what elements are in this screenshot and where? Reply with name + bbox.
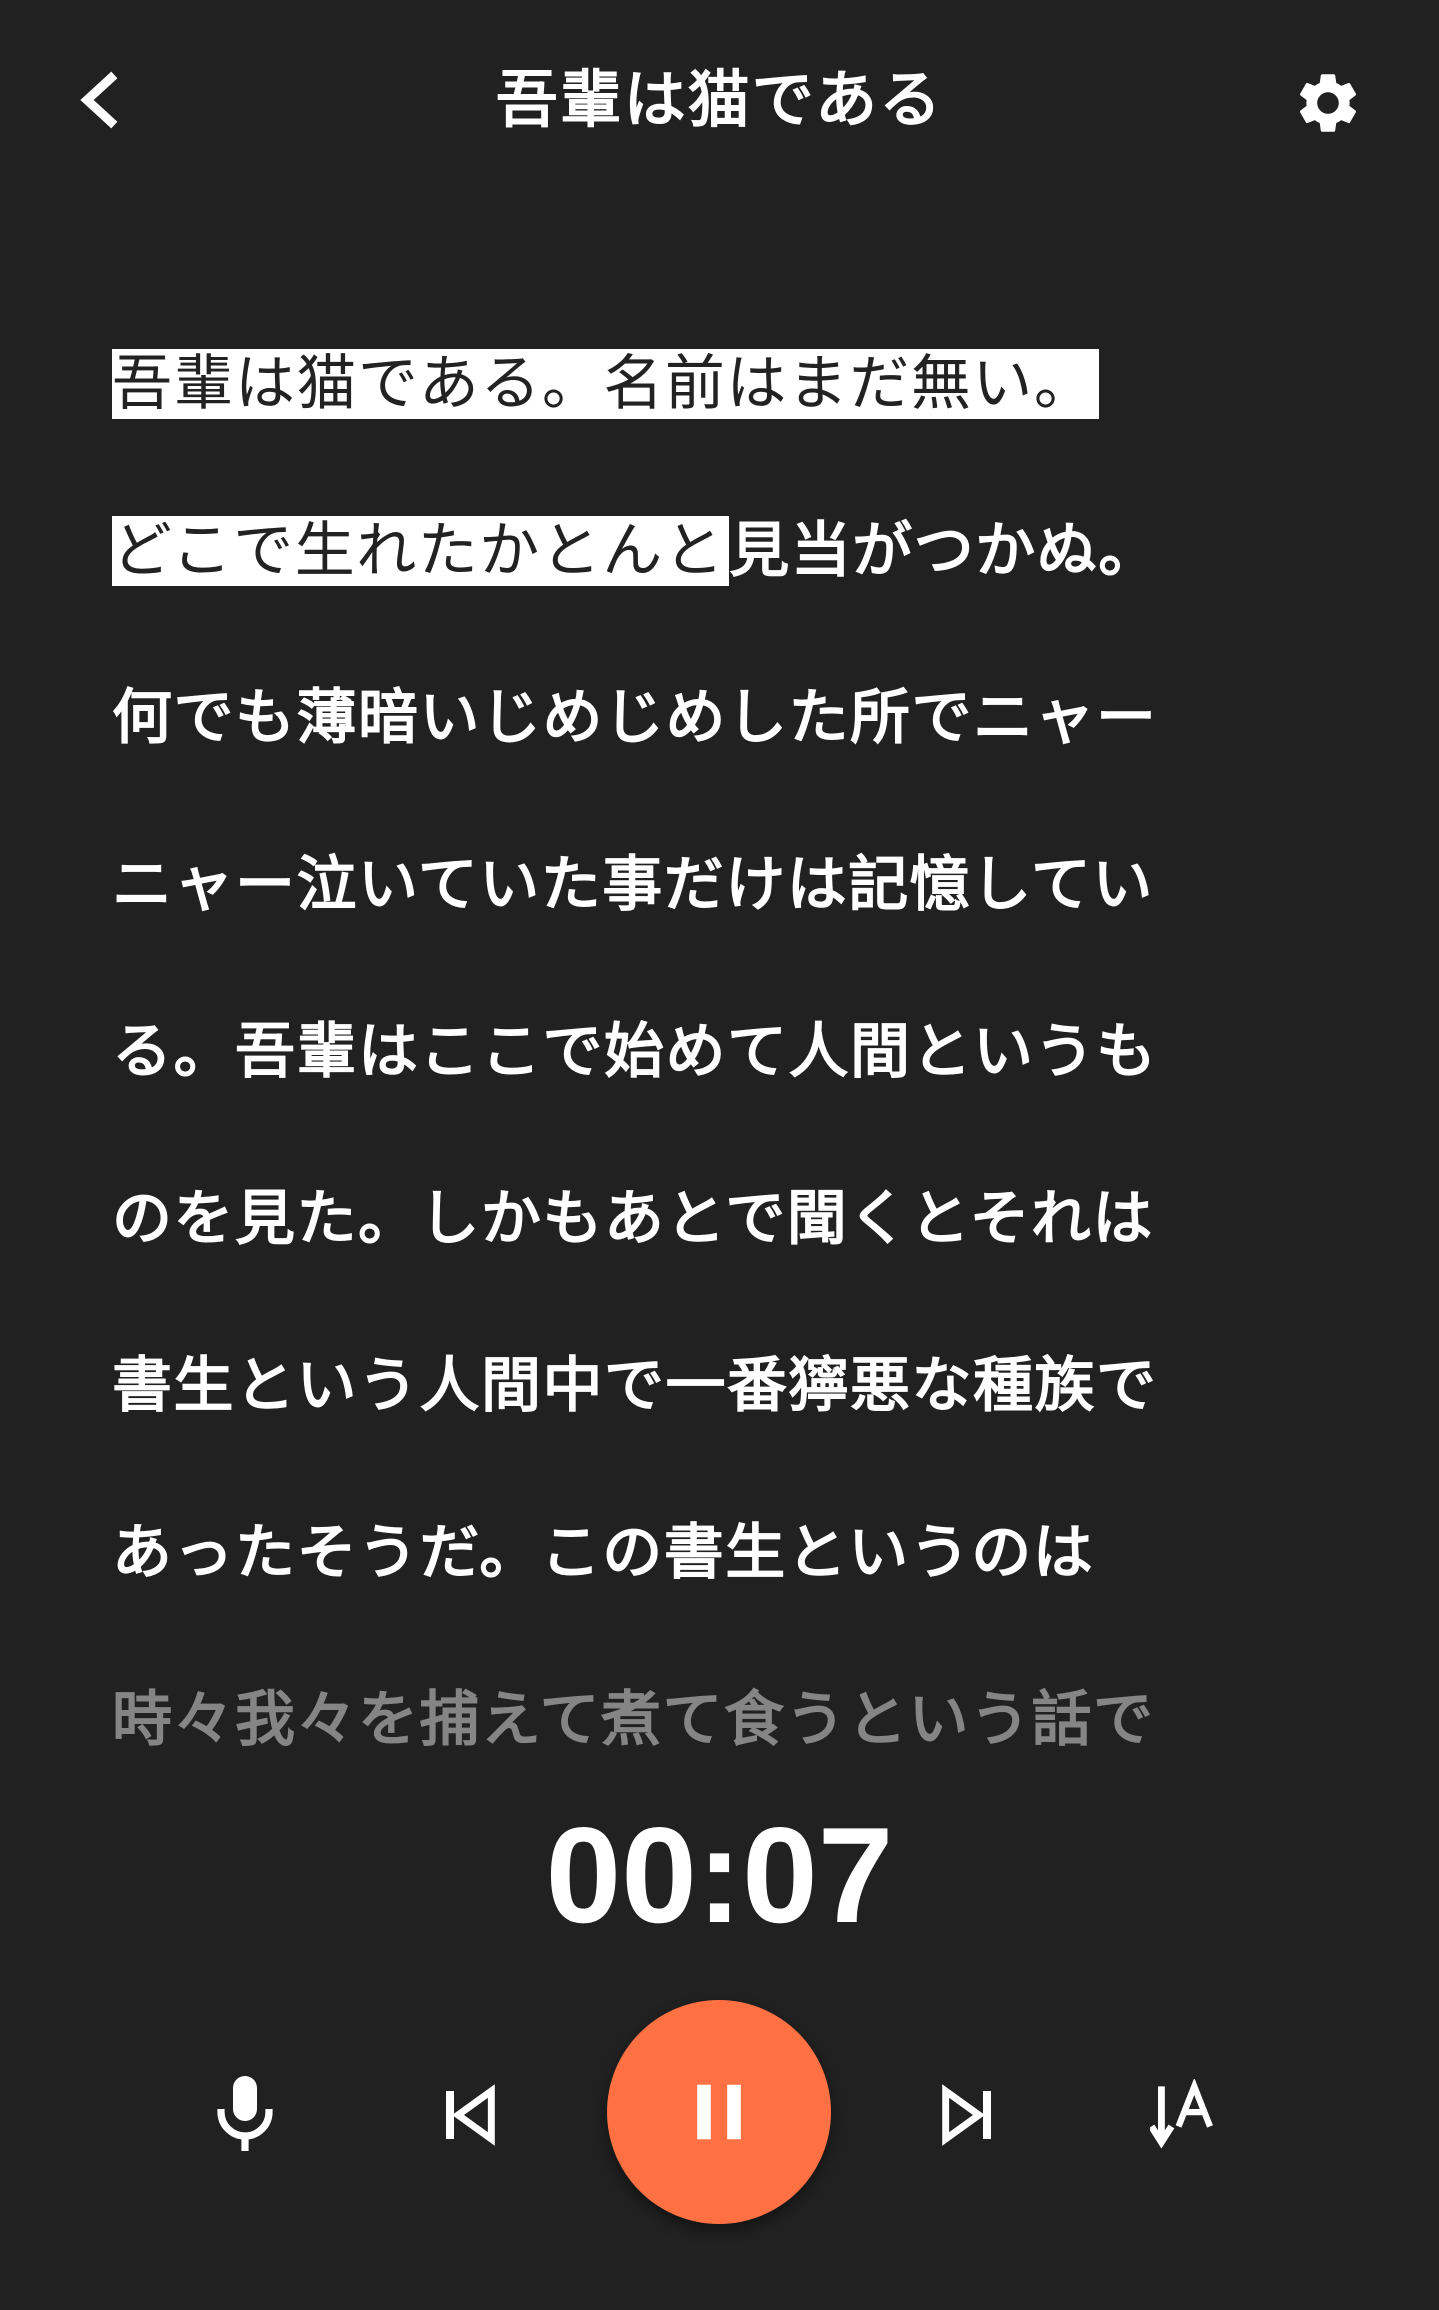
text-line: 何でも薄暗いじめじめした所でニャー: [112, 668, 1158, 768]
page-title: 吾輩は猫である: [495, 63, 944, 136]
pause-button[interactable]: [607, 2000, 831, 2224]
text-rest: 見当がつかぬ。: [729, 516, 1160, 586]
font-size-icon: [1150, 2079, 1213, 2149]
highlighted-text: 吾輩は猫である。名前はまだ無い。: [112, 349, 1100, 419]
back-button[interactable]: [56, 55, 146, 145]
mic-icon: [217, 2076, 273, 2151]
settings-button[interactable]: [1280, 55, 1376, 151]
highlighted-text: どこで生れたかとんと: [112, 516, 730, 586]
app-bar: 吾輩は猫である: [0, 0, 1439, 200]
text-line: 書生という人間中で一番獰悪な種族で: [112, 1336, 1158, 1436]
text-rest: あったそうだ。この書生というのは: [112, 1518, 1095, 1588]
skip-previous-icon: [446, 2084, 495, 2146]
text-line: 時々我々を捕えて煮て食うという話で: [112, 1670, 1155, 1770]
text-line: ニャー泣いていた事だけは記憶してい: [112, 835, 1154, 935]
skip-next-icon: [942, 2084, 991, 2146]
text-line: る。吾輩はここで始めて人間というも: [112, 1002, 1158, 1102]
text-rest: る。吾輩はここで始めて人間というも: [112, 1017, 1158, 1087]
playback-controls: [0, 1990, 1439, 2240]
text-line: どこで生れたかとんと見当がつかぬ。: [112, 501, 1160, 601]
text-line: 吾輩は猫である。名前はまだ無い。: [112, 334, 1100, 434]
text-rest: ニャー泣いていた事だけは記憶してい: [112, 850, 1154, 920]
text-line: のを見た。しかもあとで聞くとそれは: [112, 1169, 1154, 1269]
text-rest: 書生という人間中で一番獰悪な種族で: [112, 1351, 1158, 1421]
next-button[interactable]: [912, 2060, 1022, 2170]
mic-button[interactable]: [190, 2060, 300, 2170]
gear-icon: [1299, 74, 1357, 132]
elapsed-time: 00:07: [545, 1799, 894, 1951]
reader-text: 吾輩は猫である。名前はまだ無い。 どこで生れたかとんと見当がつかぬ。 何でも薄暗…: [112, 300, 1322, 1790]
pause-icon: [697, 2084, 741, 2140]
previous-button[interactable]: [415, 2060, 525, 2170]
font-size-button[interactable]: [1135, 2060, 1245, 2170]
chevron-left-icon: [80, 71, 118, 129]
text-line: あったそうだ。この書生というのは: [112, 1503, 1094, 1603]
text-rest: 何でも薄暗いじめじめした所でニャー: [112, 683, 1158, 753]
text-rest: のを見た。しかもあとで聞くとそれは: [112, 1184, 1154, 1254]
text-rest: 時々我々を捕えて煮て食うという話で: [112, 1685, 1155, 1755]
